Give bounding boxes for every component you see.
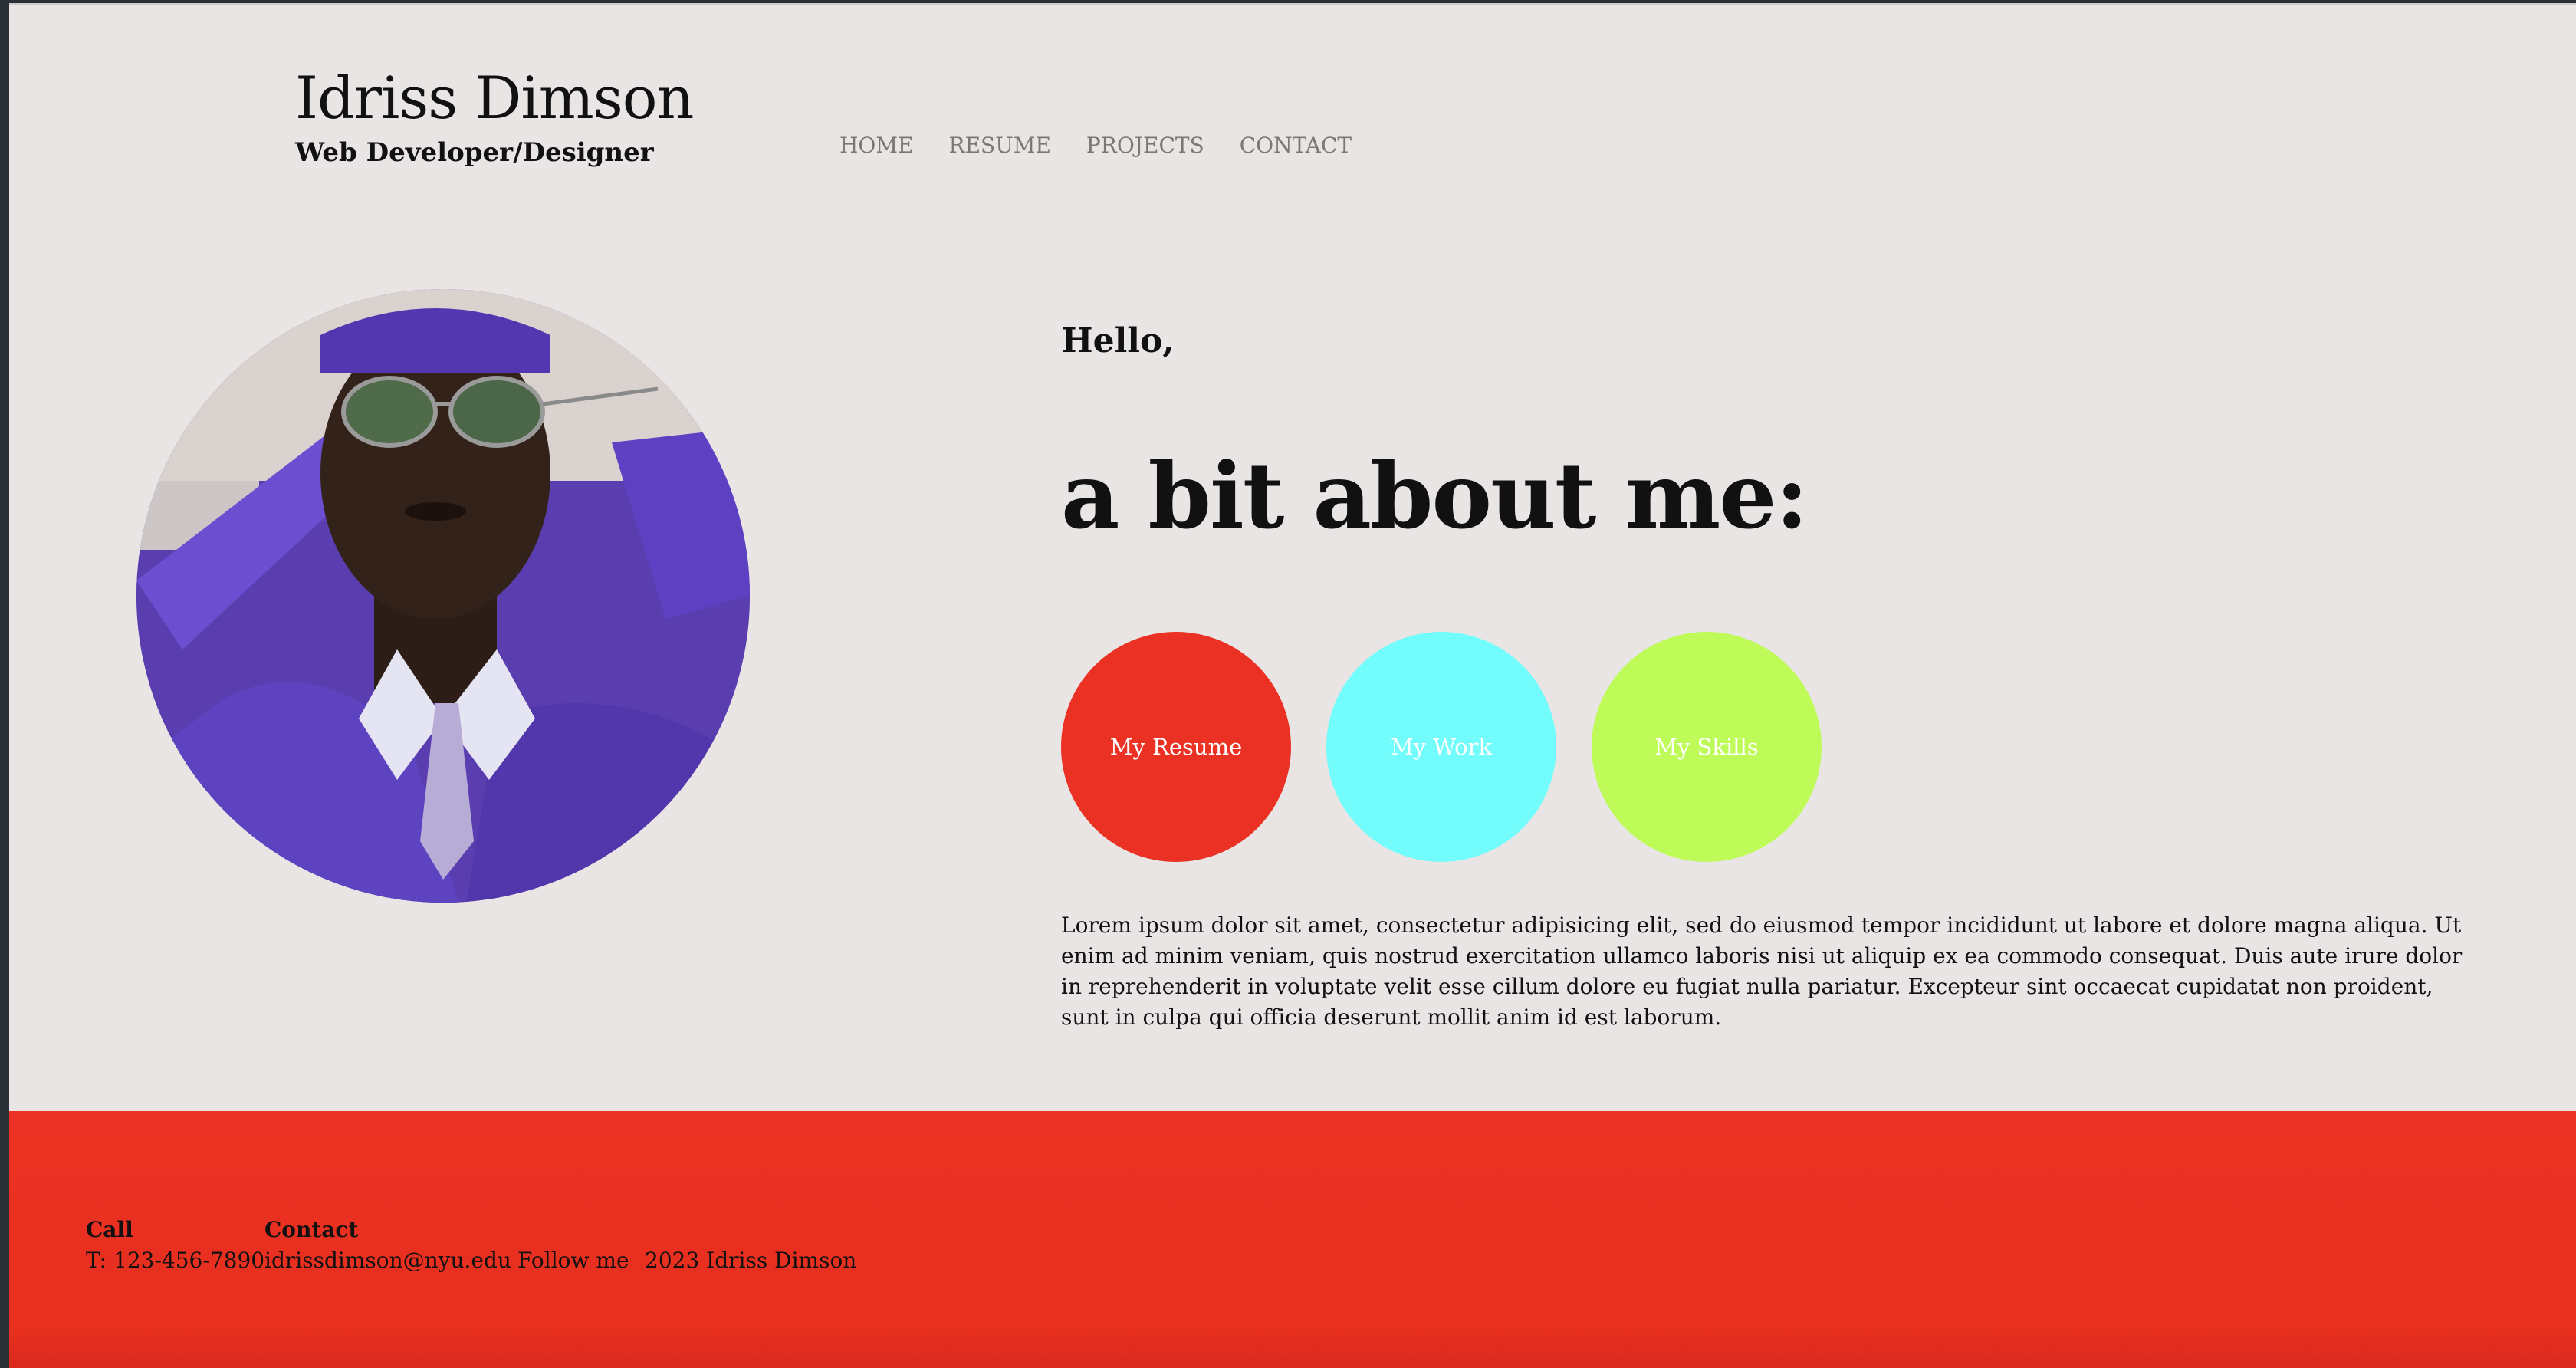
my-resume-button[interactable]: My Resume [1061,632,1291,862]
footer-follow-link[interactable]: Follow me [518,1248,629,1273]
intro-heading: a bit about me: [1061,442,1809,549]
footer-email-link[interactable]: idrissdimson@nyu.edu [264,1248,511,1273]
nav-contact[interactable]: CONTACT [1240,135,1352,156]
nav-resume[interactable]: RESUME [948,135,1050,156]
footer-follow: Follow me [518,1215,629,1276]
about-paragraph: Lorem ipsum dolor sit amet, consectetur … [1061,913,2463,1030]
footer-contact: Contact idrissdimson@nyu.edu [264,1215,511,1276]
footer: Call T: 123-456-7890 Contact idrissdimso… [9,1111,2576,1368]
my-work-button[interactable]: My Work [1326,632,1556,862]
intro-greeting: Hello, [1061,321,1175,360]
link-circles: My Resume My Work My Skills [1061,632,1822,862]
site-brand: Idriss Dimson Web Developer/Designer [295,69,694,168]
footer-phone[interactable]: T: 123-456-7890 [86,1248,264,1273]
main-nav: HOME RESUME PROJECTS CONTACT [840,135,1352,156]
nav-home[interactable]: HOME [840,135,913,156]
footer-call-label: Call [86,1217,133,1242]
site-title[interactable]: Idriss Dimson [295,69,694,127]
site-subtitle: Web Developer/Designer [295,137,654,168]
page: Idriss Dimson Web Developer/Designer HOM… [9,3,2576,1368]
copyright-text: 2023 Idriss Dimson [645,1248,857,1273]
footer-copyright: 2023 Idriss Dimson [645,1215,856,1276]
my-skills-button[interactable]: My Skills [1592,632,1822,862]
footer-contact-label: Contact [264,1217,359,1242]
profile-photo [136,289,750,903]
nav-projects[interactable]: PROJECTS [1086,135,1204,156]
footer-call: Call T: 123-456-7890 [86,1215,264,1276]
